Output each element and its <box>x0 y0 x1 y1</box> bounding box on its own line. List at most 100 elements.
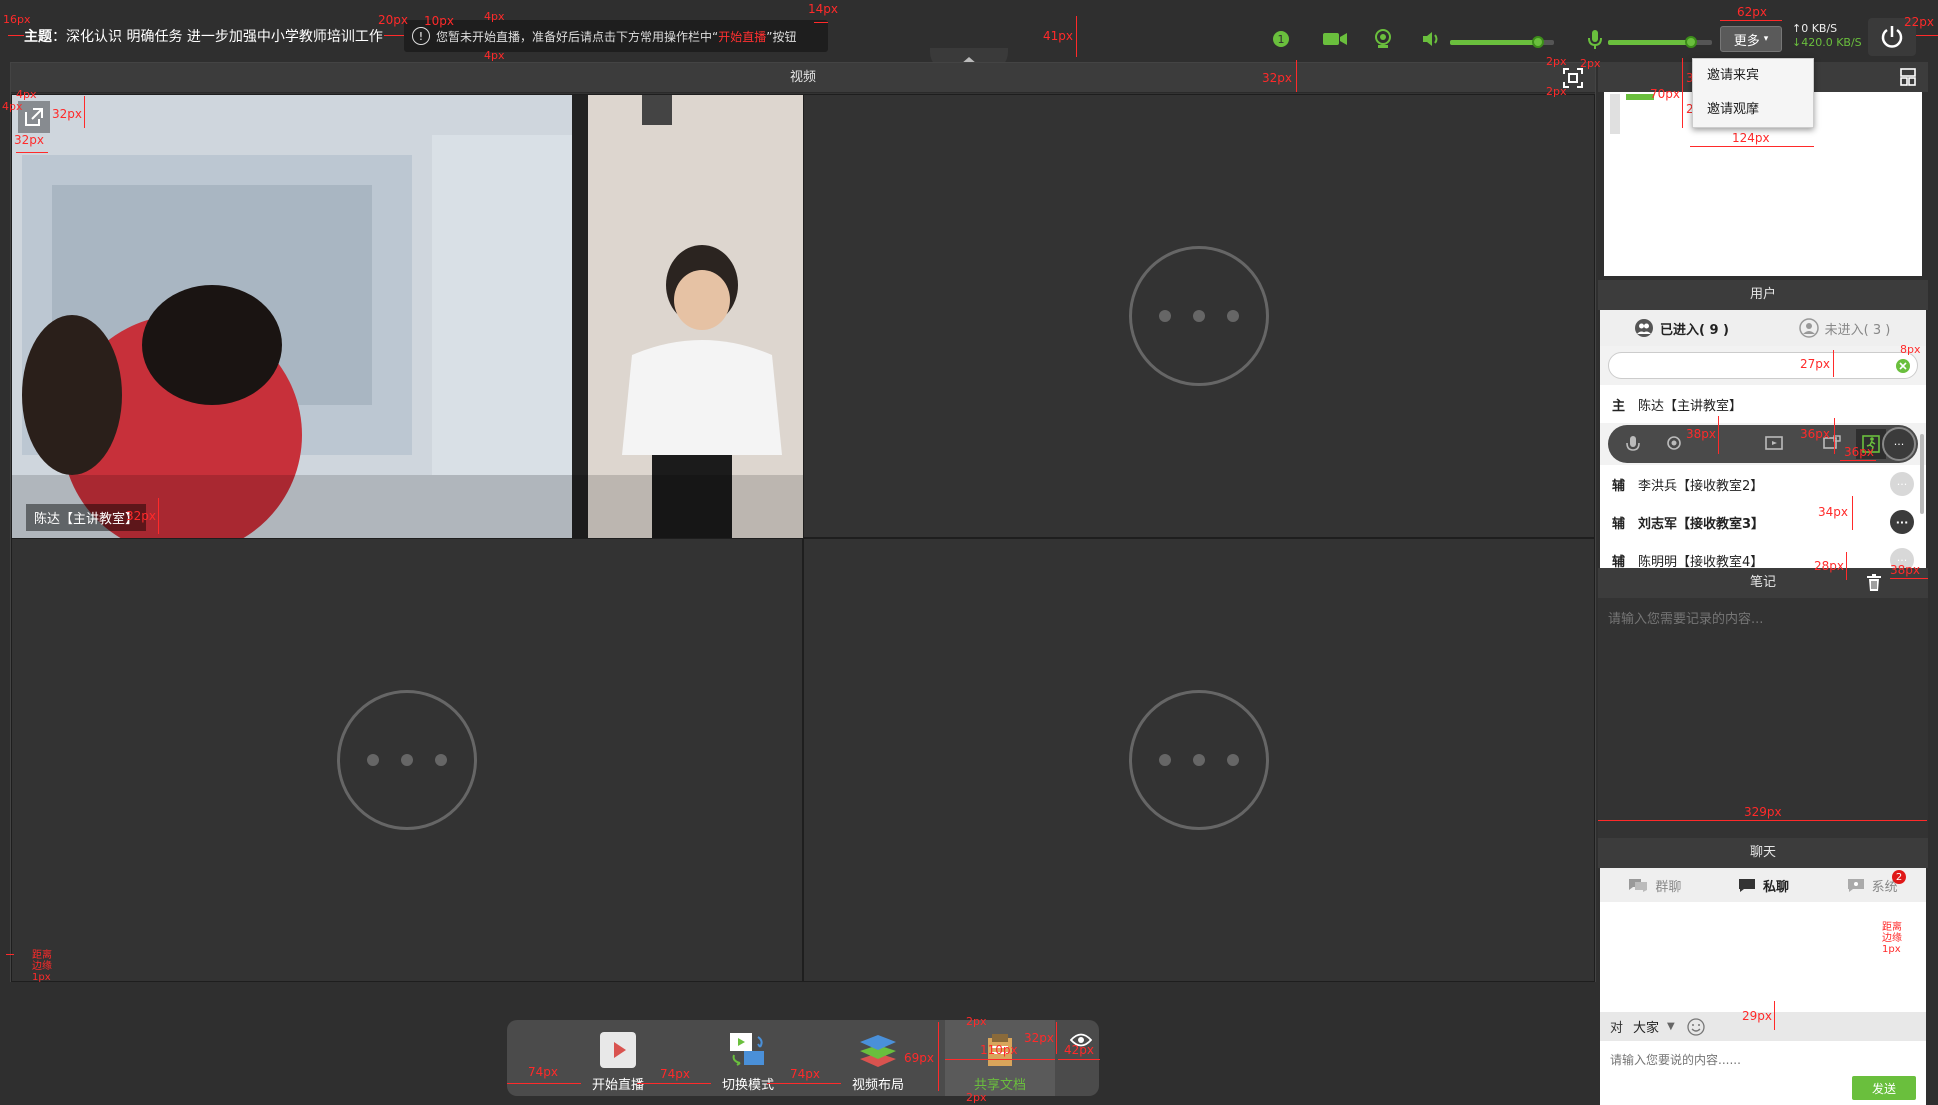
tab-group-chat[interactable]: 群聊 <box>1600 868 1709 902</box>
app-root: 主题：深化认识 明确任务 进一步加强中小学教师培训工作 ! 您暂未开始直播，准备… <box>0 0 1938 1105</box>
user-search-box <box>1608 352 1918 379</box>
user-row[interactable]: 辅 刘志军【接收教室3】 ··· <box>1600 503 1926 541</box>
caret-down-icon: ▾ <box>1763 34 1769 44</box>
users-scrollbar[interactable] <box>1920 434 1924 514</box>
menu-item-invite-guest[interactable]: 邀请来宾 <box>1693 59 1813 93</box>
tab-not-joined[interactable]: 未进入( 3 ) <box>1763 310 1926 346</box>
topic-label: 主题 <box>24 29 52 45</box>
speaker-volume-slider[interactable] <box>1450 36 1554 48</box>
speaker-icon[interactable] <box>1420 28 1442 50</box>
speaker-volume-knob[interactable] <box>1532 36 1545 48</box>
camera-label: 陈达【主讲教室】 <box>26 504 147 531</box>
group-chat-icon <box>1629 879 1648 892</box>
loading-dots-icon <box>1129 246 1269 386</box>
tab-private-chat[interactable]: 私聊 <box>1709 868 1818 902</box>
layout-switch-icon[interactable] <box>1898 67 1918 87</box>
user-role: 主 <box>1612 398 1626 414</box>
topic-separator: ： <box>52 29 66 45</box>
switch-mode-button[interactable]: 切换模式 <box>711 1020 785 1096</box>
mic-volume-knob[interactable] <box>1685 36 1698 48</box>
mic-toggle-icon[interactable] <box>1624 434 1642 454</box>
notice-highlight: 开始直播 <box>718 29 767 44</box>
user-row[interactable]: 辅 陈明明【接收教室4】 ··· <box>1600 541 1926 568</box>
video-panel-title: 视频 <box>789 70 816 85</box>
video-cell-empty-2[interactable] <box>11 538 803 982</box>
clear-search-icon[interactable] <box>1895 358 1911 374</box>
speaker-volume-fill <box>1450 40 1539 45</box>
user-role: 辅 <box>1612 478 1626 494</box>
user-row-host[interactable]: 主 陈达【主讲教室】 <box>1600 385 1926 423</box>
notice-text-before: 您暂未开始直播，准备好后请点击下方常用操作栏中“ <box>436 29 719 44</box>
unread-badge: 2 <box>1892 870 1907 884</box>
notes-input[interactable] <box>1598 598 1928 838</box>
whiteboard-permission-icon[interactable] <box>1822 435 1842 453</box>
play-icon <box>600 1032 636 1068</box>
webcam-toggle-icon[interactable] <box>1664 434 1684 454</box>
chat-messages[interactable] <box>1600 902 1926 1012</box>
tab-system-chat[interactable]: 系统 2 <box>1817 868 1926 902</box>
thumbnail-progress <box>1626 94 1654 100</box>
mic-volume-fill <box>1608 40 1692 45</box>
loading-dots-icon <box>1129 690 1269 830</box>
more-button[interactable]: 更多 ▾ <box>1720 26 1782 52</box>
document-icon <box>988 1034 1012 1066</box>
chat-target-select[interactable]: 大家 <box>1633 1017 1659 1036</box>
topic-text: 深化认识 明确任务 进一步加强中小学教师培训工作 <box>66 29 383 45</box>
user-name: 陈达【主讲教室】 <box>1638 398 1743 414</box>
video-layout-button[interactable]: 视频布局 <box>841 1020 915 1096</box>
switch-mode-icon <box>730 1033 764 1066</box>
clear-notes-button[interactable] <box>1860 569 1888 597</box>
switch-mode-label: 切换模式 <box>721 1078 774 1093</box>
more-menu: 邀请来宾 邀请观摩 <box>1692 58 1814 128</box>
system-message-icon <box>1847 879 1864 892</box>
share-doc-button[interactable]: 共享文档 <box>945 1020 1055 1096</box>
tab-joined-label: 已进入( 9 ) <box>1660 322 1729 338</box>
host-control-bar: ··· <box>1608 425 1918 463</box>
power-button[interactable] <box>1868 18 1916 56</box>
chat-panel-header: 聊天 <box>1598 838 1928 868</box>
webcam-icon[interactable] <box>1372 28 1394 50</box>
eye-icon <box>1070 1033 1092 1047</box>
share-doc-label: 共享文档 <box>973 1078 1026 1093</box>
right-column: 用户 已进入( 9 ) 未进入( 3 ) 主 陈达【主讲教室】 ··· 辅 李洪… <box>1598 62 1928 1105</box>
video-cell-empty-3[interactable] <box>803 538 1595 982</box>
menu-item-invite-observer[interactable]: 邀请观摩 <box>1693 93 1813 127</box>
video-cell-main[interactable]: 陈达【主讲教室】 <box>11 94 804 539</box>
upload-arrow-icon: ↑ <box>1792 22 1802 35</box>
screen-share-icon[interactable] <box>1764 435 1784 453</box>
power-icon <box>1881 26 1903 48</box>
more-actions-icon[interactable]: ··· <box>1882 427 1916 461</box>
users-panel-title: 用户 <box>1749 287 1776 302</box>
toggle-visibility-button[interactable] <box>1065 1024 1097 1056</box>
start-live-label: 开始直播 <box>591 1078 644 1093</box>
more-actions-icon[interactable]: ··· <box>1890 510 1914 534</box>
tab-joined[interactable]: 已进入( 9 ) <box>1600 310 1763 346</box>
user-count-icon[interactable]: 1 <box>1270 28 1292 50</box>
tab-not-joined-label: 未进入( 3 ) <box>1824 322 1891 338</box>
more-actions-icon[interactable]: ··· <box>1890 548 1914 568</box>
notes-panel-header: 笔记 <box>1598 568 1928 598</box>
camera-feed-image <box>12 95 804 539</box>
user-name: 李洪兵【接收教室2】 <box>1638 478 1764 494</box>
user-row[interactable]: 辅 李洪兵【接收教室2】 ··· <box>1600 465 1926 503</box>
users-icon <box>1635 319 1653 337</box>
start-live-button[interactable]: 开始直播 <box>581 1020 655 1096</box>
user-search-input[interactable] <box>1621 356 1881 375</box>
tab-private-label: 私聊 <box>1763 879 1790 895</box>
send-button[interactable]: 发送 <box>1852 1076 1916 1100</box>
microphone-icon[interactable] <box>1584 28 1606 50</box>
chat-panel-title: 聊天 <box>1749 845 1776 860</box>
notes-panel-title: 笔记 <box>1749 575 1776 590</box>
mic-volume-slider[interactable] <box>1608 36 1712 48</box>
exit-icon <box>1862 435 1880 453</box>
camera-icon[interactable] <box>1322 28 1348 50</box>
fullscreen-icon[interactable] <box>1561 66 1585 90</box>
video-cell-empty-1[interactable] <box>803 94 1595 538</box>
emoji-icon[interactable] <box>1687 1017 1705 1036</box>
svg-text:1: 1 <box>1278 33 1285 46</box>
caret-down-icon[interactable]: ▼ <box>1667 1021 1675 1032</box>
download-rate: 420.0 KB/S <box>1801 36 1862 49</box>
topic-title: 主题：深化认识 明确任务 进一步加强中小学教师培训工作 <box>24 26 383 46</box>
more-actions-icon[interactable]: ··· <box>1890 472 1914 496</box>
popout-button[interactable] <box>18 101 50 133</box>
